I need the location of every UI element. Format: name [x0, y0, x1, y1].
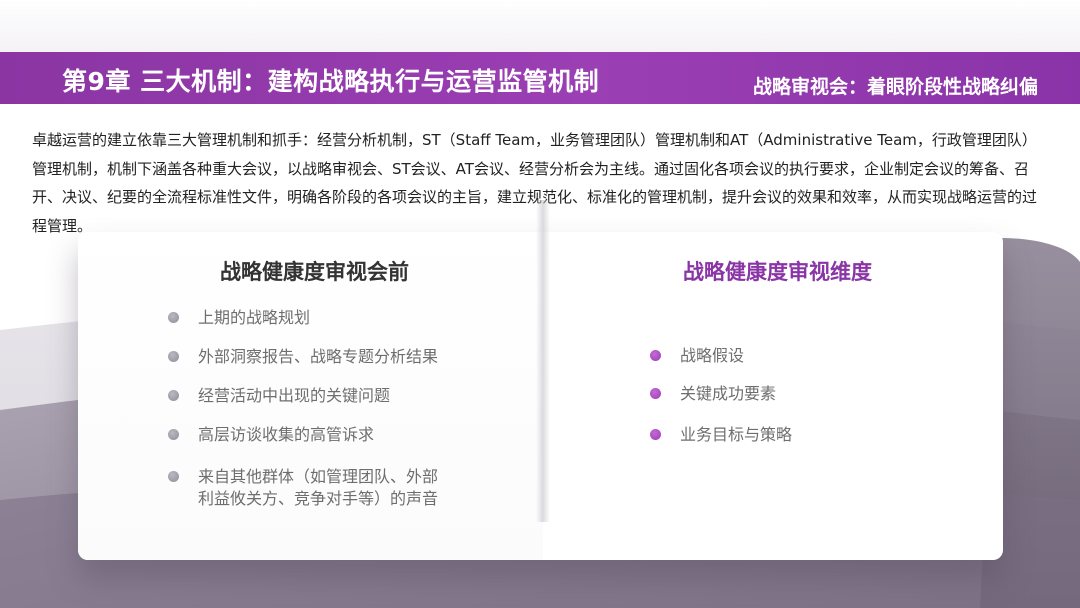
list-item-text: 上期的战略规划	[198, 308, 311, 327]
section-subtitle: 战略审视会：着眼阶段性战略纠偏	[752, 76, 1038, 98]
list-item-text: 高层访谈收集的高管诉求	[198, 425, 375, 444]
list-item: 上期的战略规划	[168, 307, 310, 329]
list-item-text-line2: 利益攸关方、竞争对手等）的声音	[198, 489, 439, 508]
right-column-heading: 战略健康度审视维度	[683, 260, 872, 284]
bullet-dot-icon	[168, 312, 179, 323]
bullet-dot-icon	[168, 390, 179, 401]
top-strip	[0, 0, 1080, 52]
list-item-text: 外部洞察报告、战略专题分析结果	[198, 347, 439, 366]
list-item: 经营活动中出现的关键问题	[168, 385, 390, 407]
list-item-text: 业务目标与策略	[680, 425, 793, 444]
list-item: 外部洞察报告、战略专题分析结果	[168, 346, 438, 368]
list-item: 关键成功要素	[650, 383, 776, 405]
list-item-text: 来自其他群体（如管理团队、外部 利益攸关方、竞争对手等）的声音	[198, 466, 438, 510]
bullet-dot-icon	[650, 429, 661, 440]
column-divider	[536, 200, 550, 522]
chapter-title: 第9章 三大机制：建构战略执行与运营监管机制	[62, 67, 600, 96]
bullet-dot-icon	[168, 351, 179, 362]
bullet-dot-icon	[650, 388, 661, 399]
list-item: 来自其他群体（如管理团队、外部 利益攸关方、竞争对手等）的声音	[168, 466, 438, 510]
list-item-text: 经营活动中出现的关键问题	[198, 386, 391, 405]
list-item-text-line1: 来自其他群体（如管理团队、外部	[198, 467, 439, 486]
bullet-dot-icon	[650, 350, 661, 361]
list-item-text: 关键成功要素	[680, 384, 777, 403]
list-item: 高层访谈收集的高管诉求	[168, 424, 374, 446]
left-column-heading: 战略健康度审视会前	[220, 260, 409, 284]
bullet-dot-icon	[168, 471, 179, 482]
bullet-dot-icon	[168, 429, 179, 440]
list-item: 战略假设	[650, 345, 744, 367]
list-item-text: 战略假设	[680, 346, 745, 365]
list-item: 业务目标与策略	[650, 424, 792, 446]
